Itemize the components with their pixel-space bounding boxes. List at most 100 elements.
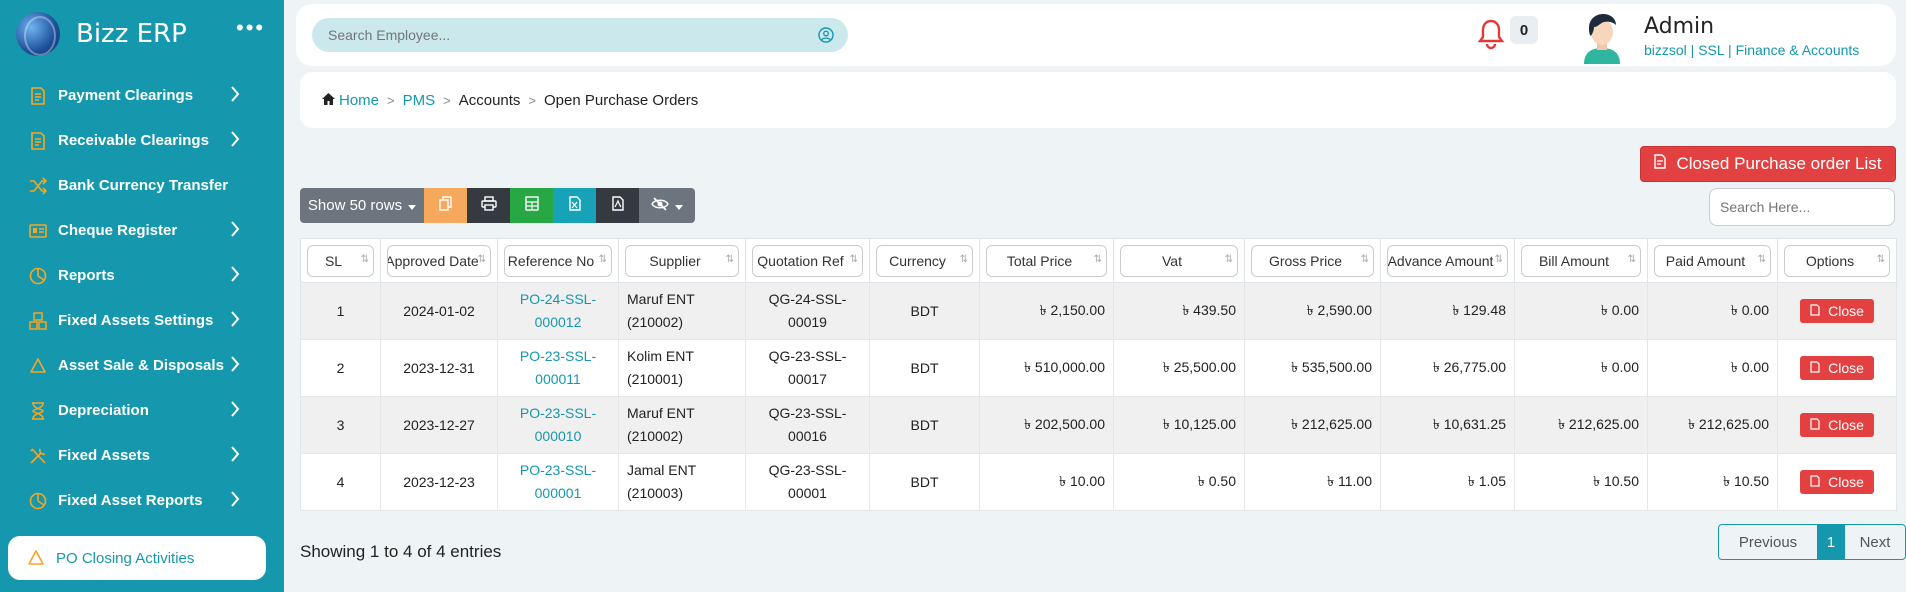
table-row: 3 2023-12-27 PO-23-SSL- 000010 Maruf ENT (… [300,396,1897,454]
table-info: Showing 1 to 4 of 4 entries [300,542,502,561]
more-dots-icon[interactable]: ••• [236,17,265,39]
sidebar-item-fixed-assets-settings[interactable]: Fixed Assets Settings [0,298,284,343]
csv-button[interactable] [510,188,553,223]
supplier-line: (210002) [627,428,684,444]
globe-logo-icon [16,12,60,56]
recycle-icon [28,356,48,376]
cell-reference-link[interactable]: PO-24-SSL- 000012 [497,282,619,340]
sidebar-item-fixed-assets[interactable]: Fixed Assets [0,433,284,478]
column-header[interactable]: Reference No ⇅ [497,238,619,283]
sidebar-item-payment-clearings[interactable]: Payment Clearings [0,73,284,118]
column-header[interactable]: SL ⇅ [300,238,381,283]
sidebar-item-label: PO Closing Activities [56,549,195,567]
sidebar-item-label: Depreciation [58,402,149,419]
copy-button[interactable] [424,188,467,223]
document-icon [1654,154,1667,174]
supplier-line: Maruf ENT [627,405,695,421]
column-header[interactable]: Total Price ⇅ [979,238,1114,283]
sidebar-item-po-closing-activities[interactable]: PO Closing Activities [8,536,266,580]
user-circle-icon[interactable] [818,27,834,48]
excel-button[interactable] [553,188,596,223]
column-header[interactable]: Quotation Ref ⇅ [745,238,870,283]
sidebar-item-depreciation[interactable]: Depreciation [0,388,284,433]
bell-icon[interactable] [1476,18,1506,55]
sidebar-item-fixed-asset-reports[interactable]: Fixed Asset Reports [0,478,284,523]
pdf-button[interactable] [596,188,639,223]
close-po-button[interactable]: Close [1800,413,1874,437]
sort-icon: ⇅ [477,253,486,265]
column-header[interactable]: Bill Amount ⇅ [1514,238,1648,283]
shuffle-icon [28,176,48,196]
column-header[interactable]: Gross Price ⇅ [1244,238,1381,283]
pagination: Previous 1 Next [1718,524,1906,560]
sidebar-item-receivable-clearings[interactable]: Receivable Clearings [0,118,284,163]
cell-quotation: QG-23-SSL- 00017 [745,339,870,397]
sort-icon: ⇅ [598,253,607,265]
closed-purchase-order-list-button[interactable]: Closed Purchase order List [1640,146,1896,182]
avatar[interactable] [1578,10,1626,64]
cell-reference-link[interactable]: PO-23-SSL- 000010 [497,396,619,454]
column-visibility-button[interactable] [639,188,695,223]
cell-advance-amount: ৳ 129.48 [1380,282,1515,340]
column-header[interactable]: Vat ⇅ [1113,238,1245,283]
breadcrumb-separator: > [443,92,451,108]
supplier-line: Maruf ENT [627,291,695,307]
sidebar-item-label: Bank Currency Transfer [58,177,229,194]
column-header[interactable]: Supplier ⇅ [618,238,746,283]
next-page-button[interactable]: Next [1845,525,1905,559]
receipt-icon [28,86,48,106]
cell-reference-link[interactable]: PO-23-SSL- 000011 [497,339,619,397]
column-header[interactable]: Paid Amount ⇅ [1647,238,1778,283]
ref-line: 000010 [534,428,582,444]
print-icon [480,196,497,215]
column-header[interactable]: Advance Amount ⇅ [1380,238,1515,283]
table-row: 2 2023-12-31 PO-23-SSL- 000011 Kolim ENT (… [300,339,1897,397]
user-organization: bizzsol | SSL | Finance & Accounts [1644,42,1860,58]
chevron-right-icon [230,490,240,512]
show-rows-dropdown[interactable]: Show 50 rows [300,188,424,223]
sidebar-item-bank-currency-transfer[interactable]: Bank Currency Transfer [0,163,284,208]
sidebar-item-label: Cheque Register [58,222,178,239]
brand[interactable]: Bizz ERP [16,12,187,56]
quotation-line: 00001 [788,485,827,501]
column-header[interactable]: Options ⇅ [1777,238,1897,283]
breadcrumb-pms[interactable]: PMS [403,92,436,109]
cell-reference-link[interactable]: PO-23-SSL- 000001 [497,453,619,511]
chevron-right-icon [230,400,240,422]
cell-advance-amount: ৳ 10,631.25 [1380,396,1515,454]
table-search-input[interactable] [1709,188,1895,226]
sidebar-item-asset-sale-disposals[interactable]: Asset Sale & Disposals [0,343,284,388]
print-button[interactable] [467,188,510,223]
table-row: 4 2023-12-23 PO-23-SSL- 000001 Jamal ENT (… [300,453,1897,511]
close-po-button[interactable]: Close [1800,470,1874,494]
sort-icon: ⇅ [959,253,968,265]
quotation-line: 00019 [788,314,827,330]
sort-icon: ⇅ [1757,253,1766,265]
column-label: Advance Amount [1387,252,1494,269]
cell-total-price: ৳ 202,500.00 [979,396,1114,454]
caret-down-icon [408,197,417,214]
cell-supplier: Maruf ENT (210002) [618,396,746,454]
column-header[interactable]: Approved Date ⇅ [380,238,498,283]
breadcrumb-home[interactable]: Home [339,92,379,109]
tools-icon [28,446,48,466]
sidebar-item-reports[interactable]: Reports [0,253,284,298]
close-po-button[interactable]: Close [1800,356,1874,380]
page-1-button[interactable]: 1 [1817,525,1845,559]
sidebar-item-cheque-register[interactable]: Cheque Register [0,208,284,253]
cell-total-price: ৳ 10.00 [979,453,1114,511]
notification-count-badge: 0 [1510,16,1538,44]
sidebar-item-label: Receivable Clearings [58,132,209,149]
breadcrumb-separator: > [528,92,537,108]
search-employee-input[interactable] [328,27,808,43]
breadcrumb-accounts[interactable]: Accounts [459,92,521,109]
column-label: SL [324,252,343,269]
column-header[interactable]: Currency ⇅ [869,238,980,283]
cell-paid-amount: ৳ 212,625.00 [1647,396,1778,454]
column-label: Approved Date [387,252,479,269]
topbar: 0 Admin bizzsol | SSL | Finance & Accoun… [296,4,1896,66]
previous-page-button[interactable]: Previous [1719,525,1817,559]
close-po-button[interactable]: Close [1800,299,1874,323]
sort-icon: ⇅ [849,253,858,265]
cell-gross-price: ৳ 11.00 [1244,453,1381,511]
